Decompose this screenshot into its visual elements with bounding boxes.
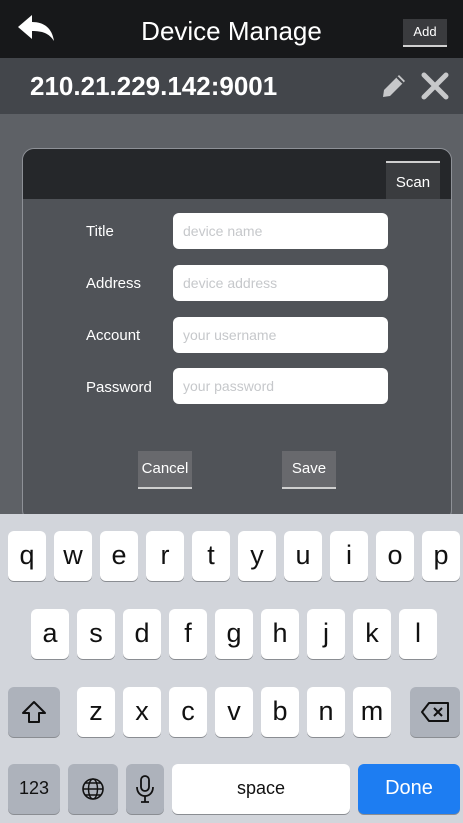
- backspace-key[interactable]: [410, 687, 460, 737]
- microphone-icon: [136, 775, 154, 803]
- key-d[interactable]: d: [123, 609, 161, 659]
- backspace-icon: [421, 702, 449, 722]
- cancel-button[interactable]: Cancel: [138, 451, 192, 489]
- done-key[interactable]: Done: [358, 764, 460, 814]
- key-z[interactable]: z: [77, 687, 115, 737]
- title-input[interactable]: [173, 213, 388, 249]
- key-i[interactable]: i: [330, 531, 368, 581]
- shift-key[interactable]: [8, 687, 60, 737]
- key-v[interactable]: v: [215, 687, 253, 737]
- key-q[interactable]: q: [8, 531, 46, 581]
- shift-arrow-icon: [22, 701, 46, 723]
- address-label: Address: [86, 275, 142, 292]
- key-r[interactable]: r: [146, 531, 184, 581]
- title-label: Title: [86, 223, 114, 240]
- delete-x-icon[interactable]: [420, 71, 450, 101]
- key-p[interactable]: p: [422, 531, 460, 581]
- add-device-dialog: Scan Title Address Account Password Canc…: [22, 148, 452, 522]
- globe-key[interactable]: [68, 764, 118, 814]
- key-e[interactable]: e: [100, 531, 138, 581]
- globe-icon: [82, 778, 104, 800]
- key-y[interactable]: y: [238, 531, 276, 581]
- top-bar: Device Manage Add: [0, 0, 463, 58]
- numbers-key[interactable]: 123: [8, 764, 60, 814]
- key-k[interactable]: k: [353, 609, 391, 659]
- save-button[interactable]: Save: [282, 451, 336, 489]
- key-g[interactable]: g: [215, 609, 253, 659]
- key-u[interactable]: u: [284, 531, 322, 581]
- key-m[interactable]: m: [353, 687, 391, 737]
- account-input[interactable]: [173, 317, 388, 353]
- key-n[interactable]: n: [307, 687, 345, 737]
- space-key[interactable]: space: [172, 764, 350, 814]
- key-f[interactable]: f: [169, 609, 207, 659]
- key-x[interactable]: x: [123, 687, 161, 737]
- key-s[interactable]: s: [77, 609, 115, 659]
- key-l[interactable]: l: [399, 609, 437, 659]
- scan-button[interactable]: Scan: [386, 161, 440, 199]
- address-input[interactable]: [173, 265, 388, 301]
- key-j[interactable]: j: [307, 609, 345, 659]
- key-t[interactable]: t: [192, 531, 230, 581]
- password-label: Password: [86, 379, 152, 396]
- key-a[interactable]: a: [31, 609, 69, 659]
- device-row[interactable]: 210.21.229.142:9001: [0, 58, 463, 114]
- key-o[interactable]: o: [376, 531, 414, 581]
- key-c[interactable]: c: [169, 687, 207, 737]
- key-b[interactable]: b: [261, 687, 299, 737]
- microphone-key[interactable]: [126, 764, 164, 814]
- add-button[interactable]: Add: [403, 19, 447, 47]
- page-title: Device Manage: [141, 16, 322, 46]
- onscreen-keyboard: q w e r t y u i o p a s d f g h j k l z …: [0, 514, 463, 823]
- edit-pencil-icon[interactable]: [380, 72, 408, 100]
- dialog-header: Scan: [23, 149, 451, 199]
- device-address: 210.21.229.142:9001: [30, 71, 278, 101]
- key-w[interactable]: w: [54, 531, 92, 581]
- key-h[interactable]: h: [261, 609, 299, 659]
- account-label: Account: [86, 327, 141, 344]
- password-input[interactable]: [173, 368, 388, 404]
